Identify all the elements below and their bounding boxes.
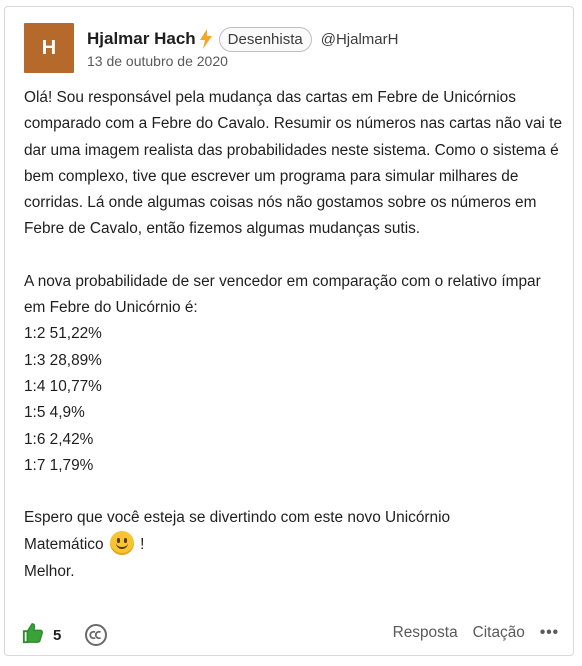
more-options-button[interactable]: ••• bbox=[540, 624, 559, 642]
role-badge: Desenhista bbox=[218, 26, 312, 52]
like-count: 5 bbox=[53, 627, 62, 644]
closing-line: Matemático ! bbox=[24, 531, 564, 558]
avatar[interactable]: H bbox=[24, 23, 74, 73]
odds-line: 1:6 2,42% bbox=[24, 430, 94, 448]
odds-line: 1:5 4,9% bbox=[24, 404, 85, 422]
odds-line: 1:3 28,89% bbox=[24, 351, 102, 369]
post-paragraph: Olá! Sou responsável pela mudança das ca… bbox=[24, 89, 563, 238]
lightning-bolt-icon bbox=[199, 29, 213, 49]
post-card: H Hjalmar Hach Desenhista @HjalmarH 13 d… bbox=[4, 6, 574, 656]
post-paragraph: A nova probabilidade de ser vencedor em … bbox=[24, 272, 541, 317]
closing-text: Matemático bbox=[24, 536, 104, 554]
thumbs-up-icon[interactable] bbox=[22, 622, 44, 649]
closing-punctuation: ! bbox=[140, 536, 145, 554]
author-name[interactable]: Hjalmar Hach bbox=[87, 29, 196, 49]
post-actions: Resposta Citação ••• bbox=[378, 624, 559, 642]
author-handle[interactable]: @HjalmarH bbox=[321, 31, 399, 48]
sign-off: Melhor. bbox=[24, 562, 75, 580]
closing-line: Espero que você esteja se divertindo com… bbox=[24, 509, 451, 527]
smiley-icon bbox=[109, 531, 134, 556]
post-header: Hjalmar Hach Desenhista @HjalmarH bbox=[87, 24, 398, 54]
odds-line: 1:4 10,77% bbox=[24, 377, 102, 395]
odds-line: 1:7 1,79% bbox=[24, 456, 94, 474]
creative-commons-icon[interactable] bbox=[84, 623, 108, 652]
post-date: 13 de outubro de 2020 bbox=[87, 53, 228, 69]
odds-line: 1:2 51,22% bbox=[24, 325, 102, 343]
post-body: Olá! Sou responsável pela mudança das ca… bbox=[24, 85, 564, 585]
quote-button[interactable]: Citação bbox=[473, 624, 525, 642]
reply-button[interactable]: Resposta bbox=[393, 624, 458, 642]
post-footer: 5 Resposta Citação ••• bbox=[5, 619, 573, 649]
like-button[interactable]: 5 bbox=[22, 622, 61, 649]
